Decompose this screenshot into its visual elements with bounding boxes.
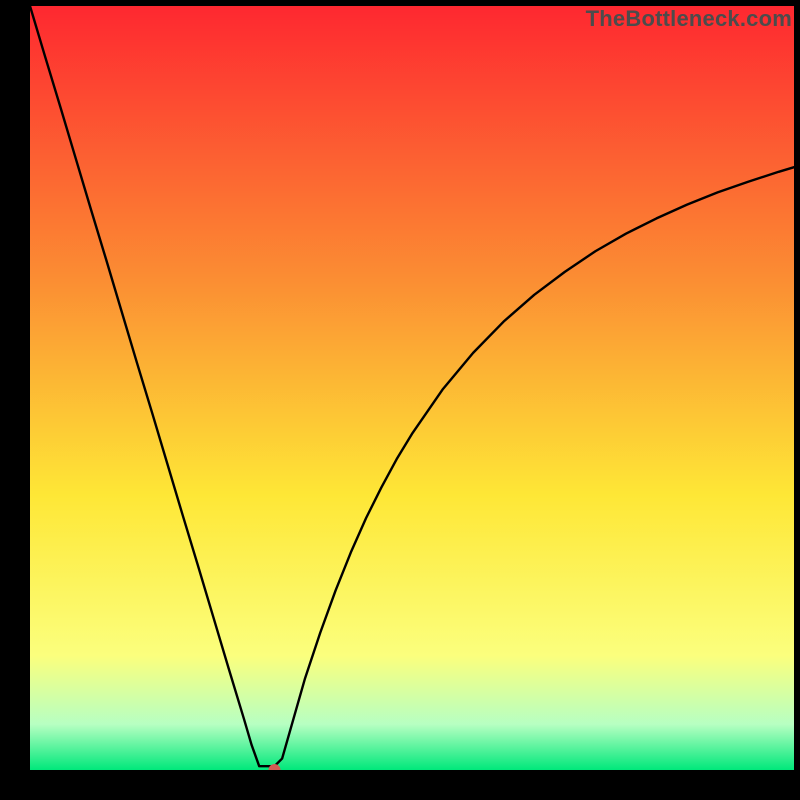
chart-frame: TheBottleneck.com: [0, 0, 800, 800]
bottleneck-chart: [30, 6, 794, 770]
watermark-text: TheBottleneck.com: [586, 6, 792, 32]
